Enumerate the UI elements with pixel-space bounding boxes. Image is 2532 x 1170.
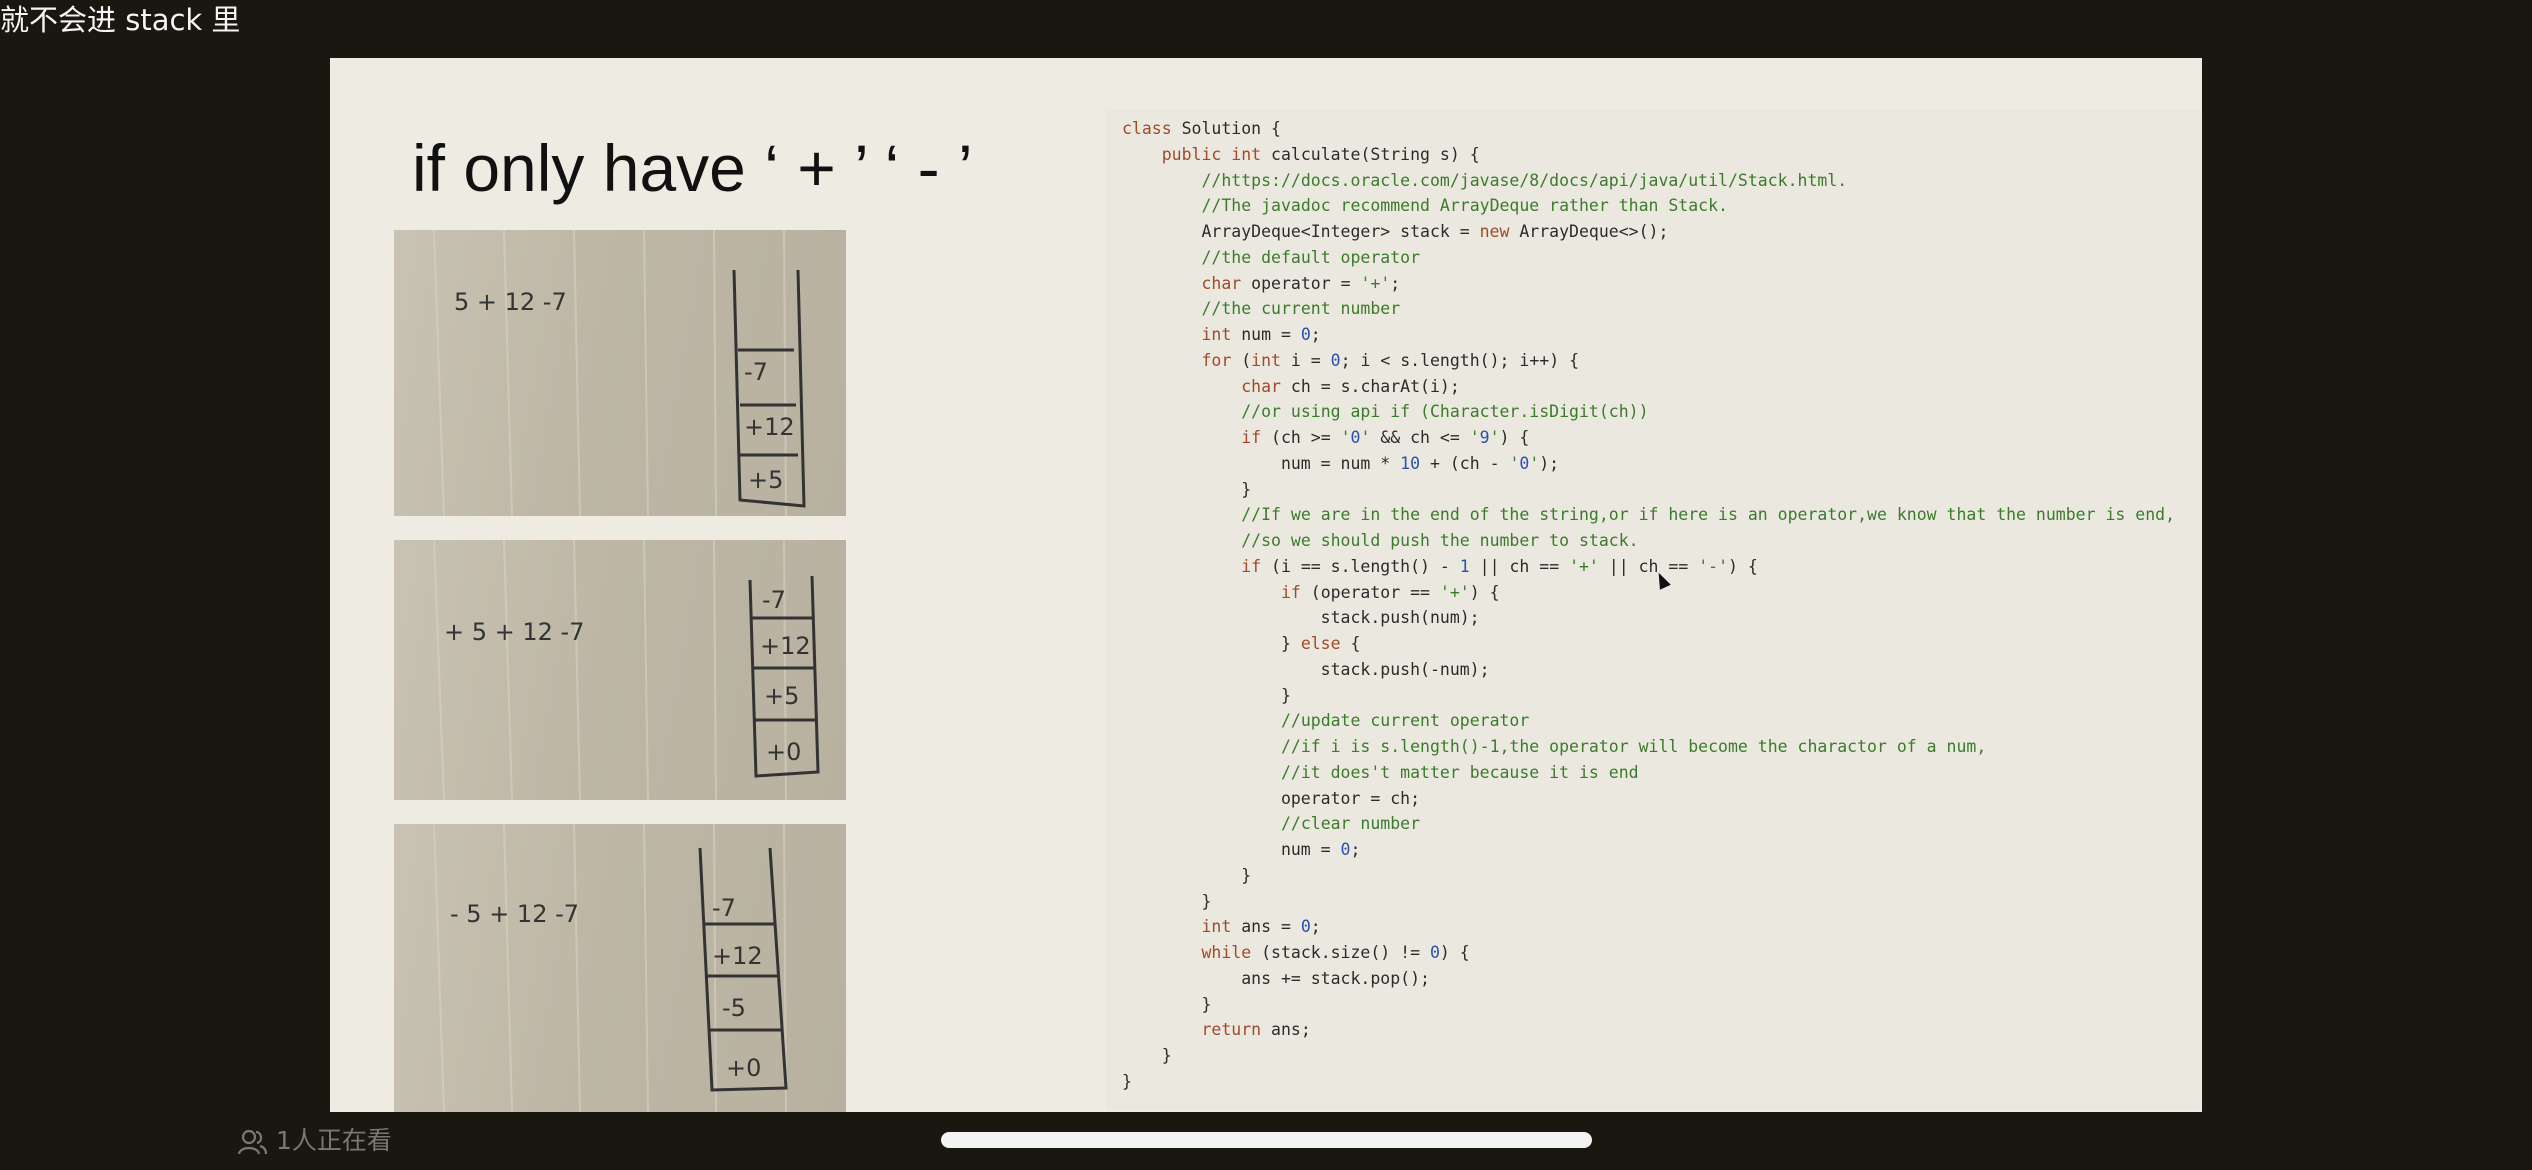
code-line: int num = 0; (1201, 325, 1321, 344)
viewer-count: 1人正在看 (238, 1124, 392, 1158)
stack-cell: -7 (762, 586, 786, 614)
presentation-slide: if only have ‘ + ’ ‘ - ’ 5 + 12 -7 -7 +1… (330, 58, 2202, 1112)
code-line: } (1122, 994, 1212, 1014)
code-line: //so we should push the number to stack. (1241, 531, 1639, 550)
java-solution-code: class Solution { public int calculate(St… (1122, 116, 2175, 1095)
code-line: //clear number (1280, 814, 1421, 834)
code-line: } (1122, 1071, 1132, 1091)
code-line: char operator = '+'; (1201, 273, 1401, 293)
code-line: for (int i = 0; i < s.length(); i++) { (1201, 350, 1580, 370)
code-line: ans += stack.pop(); (1122, 968, 1430, 988)
stack-cell: +0 (766, 738, 801, 766)
code-line: //it does't matter because it is end (1280, 762, 1639, 782)
code-line: //The javadoc recommend ArrayDeque rathe… (1201, 196, 1728, 216)
code-line: //If we are in the end of the string,or … (1241, 505, 2175, 525)
code-line: } (1122, 1046, 1172, 1065)
code-line: //update current operator (1280, 711, 1530, 731)
code-line: num = num * 10 + (ch - '0'); (1122, 453, 1560, 473)
handwritten-photo-3: - 5 + 12 -7 -7 +12 -5 +0 (394, 824, 846, 1112)
code-line: ArrayDeque<Integer> stack = new ArrayDeq… (1122, 222, 1669, 241)
code-line: } (1122, 479, 1252, 499)
code-line: //the default operator (1201, 247, 1421, 267)
stack-cell: +12 (712, 942, 763, 970)
expression-1: 5 + 12 -7 (454, 288, 567, 316)
code-line: if (operator == '+') { (1280, 582, 1500, 602)
stack-cell: +12 (760, 632, 811, 660)
code-line: operator = ch; (1122, 788, 1421, 808)
code-line: char ch = s.charAt(i); (1241, 376, 1460, 396)
code-line: class Solution { (1122, 119, 1281, 138)
expression-2: + 5 + 12 -7 (444, 618, 584, 646)
handwritten-photo-1: 5 + 12 -7 -7 +12 +5 (394, 230, 846, 516)
code-line: } else { (1122, 634, 1361, 653)
code-line: int ans = 0; (1201, 917, 1321, 937)
subtitle-caption: 就不会进 stack 里 (0, 3, 241, 37)
stack-cell: +5 (748, 466, 783, 494)
stack-cell: -5 (722, 994, 746, 1022)
stack-cell: +5 (764, 682, 799, 710)
viewer-count-label: 1人正在看 (276, 1126, 392, 1155)
handwritten-sketch-3: - 5 + 12 -7 -7 +12 -5 +0 (433, 824, 788, 1112)
code-line: //the current number (1201, 299, 1401, 319)
code-line: //https://docs.oracle.com/javase/8/docs/… (1201, 170, 1848, 190)
code-line: stack.push(-num); (1122, 659, 1490, 679)
slide-title: if only have ‘ + ’ ‘ - ’ (412, 131, 973, 205)
expression-3: - 5 + 12 -7 (450, 900, 579, 928)
stack-cell: -7 (712, 894, 736, 922)
code-block: class Solution { public int calculate(St… (1106, 110, 2202, 1110)
handwritten-sketch-1: 5 + 12 -7 -7 +12 +5 (433, 230, 806, 516)
code-line: public int calculate(String s) { (1161, 144, 1480, 164)
handwritten-sketch-2: + 5 + 12 -7 -7 +12 +5 +0 (433, 540, 820, 800)
stack-cell: +12 (744, 413, 795, 441)
code-line: } (1122, 891, 1212, 911)
code-line: } (1122, 865, 1252, 885)
code-line: return ans; (1201, 1020, 1311, 1040)
people-icon (238, 1129, 268, 1155)
home-indicator-bar[interactable] (941, 1132, 1592, 1148)
code-line: while (stack.size() != 0) { (1201, 943, 1470, 962)
code-line: } (1122, 685, 1291, 705)
code-line: if (ch >= '0' && ch <= '9') { (1241, 428, 1530, 447)
code-line: stack.push(num); (1122, 608, 1480, 628)
stack-cell: +0 (726, 1054, 761, 1082)
code-line: //or using api if (Character.isDigit(ch)… (1241, 402, 1649, 422)
code-line: //if i is s.length()-1,the operator will… (1280, 737, 1987, 756)
code-line: num = 0; (1122, 840, 1361, 859)
stack-cell: -7 (744, 358, 768, 386)
handwritten-photo-2: + 5 + 12 -7 -7 +12 +5 +0 (394, 540, 846, 800)
